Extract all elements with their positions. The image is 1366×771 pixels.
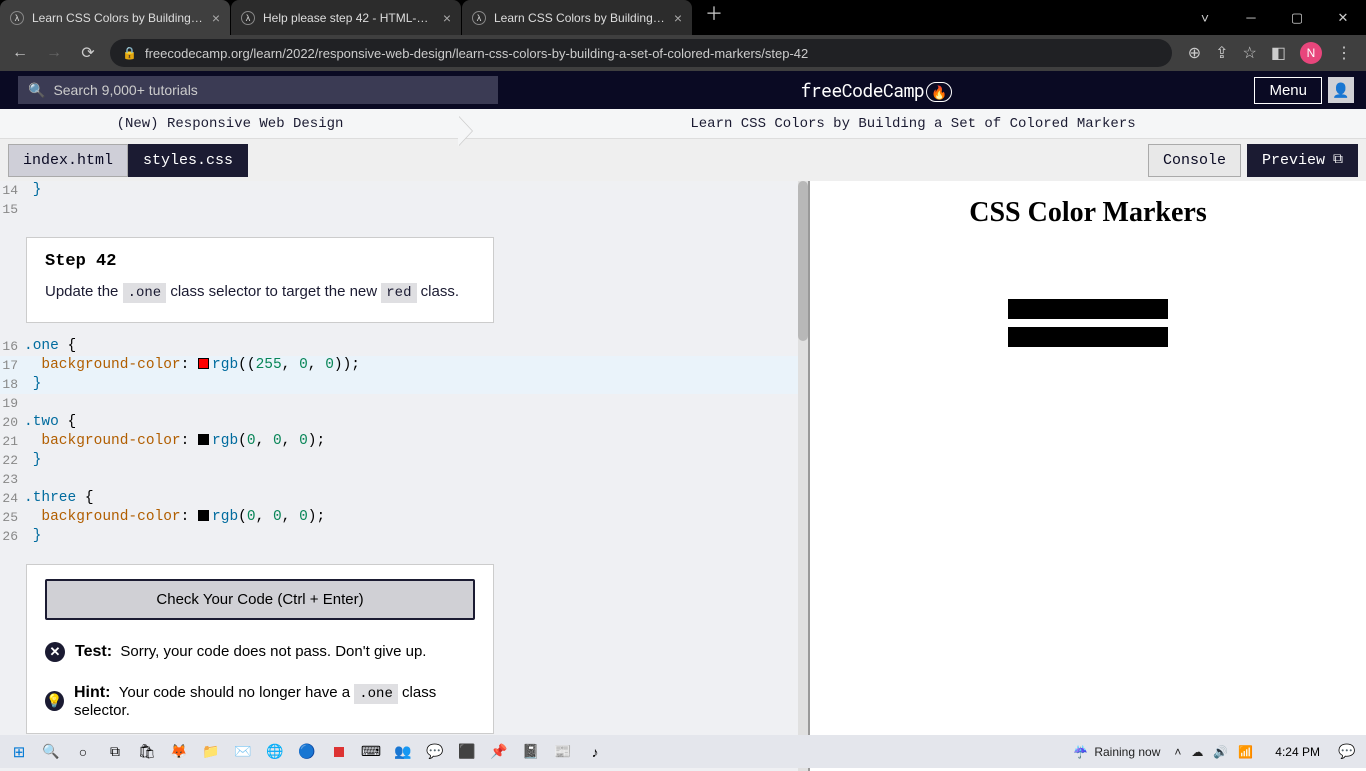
editor-toolbar: index.html styles.css Console Preview ⧉ [0,139,1366,181]
file-tab-index-html[interactable]: index.html [8,144,128,177]
file-tabs: index.html styles.css [8,144,248,177]
user-avatar-icon[interactable]: 👤 [1328,77,1354,103]
fcc-favicon: λ [472,11,486,25]
browser-tabs: λ Learn CSS Colors by Building a S... × … [0,0,735,35]
maximize-button[interactable]: ▢ [1274,0,1320,35]
tab-title: Learn CSS Colors by Building a S... [494,11,666,25]
app-icon[interactable]: 📓 [518,739,544,765]
reload-button[interactable]: ⟳ [76,43,100,63]
instruction-card: Step 42 Update the .one class selector t… [26,237,494,323]
address-bar[interactable]: 🔒 freecodecamp.org/learn/2022/responsive… [110,39,1172,67]
preview-pane: CSS Color Markers [808,181,1366,771]
onedrive-icon[interactable]: ☁ [1191,745,1203,759]
notifications-icon[interactable]: 💬 [1334,739,1360,765]
rain-icon: ☔ [1073,745,1088,759]
windows-taskbar: ⊞ 🔍 ○ ⧉ 🛍 🦊 📁 ✉️ 🌐 🔵 ⌨ 👥 💬 ⬛ 📌 📓 📰 ♪ ☔ R… [0,735,1366,768]
tab-close-icon[interactable]: × [212,10,220,26]
pinterest-icon[interactable]: 📌 [486,739,512,765]
browser-tab[interactable]: λ Help please step 42 - HTML-CSS × [231,0,461,35]
preview-button[interactable]: Preview ⧉ [1247,144,1358,177]
whatsapp-icon[interactable]: 💬 [422,739,448,765]
explorer-icon[interactable]: 📁 [198,739,224,765]
profile-avatar[interactable]: N [1300,42,1322,64]
volume-icon[interactable]: 🔊 [1213,745,1228,759]
browser-tab[interactable]: λ Learn CSS Colors by Building a S... × [462,0,692,35]
minimize-button[interactable]: ─ [1228,0,1274,35]
instruction-text: Update the .one class selector to target… [45,281,475,304]
lock-icon: 🔒 [122,46,137,60]
tab-title: Help please step 42 - HTML-CSS [263,11,435,25]
side-panel-icon[interactable]: ◧ [1271,43,1286,63]
share-icon[interactable]: ⇪ [1215,43,1228,63]
system-tray[interactable]: ˄ ☁ 🔊 📶 [1166,745,1261,759]
preview-heading: CSS Color Markers [826,197,1350,229]
task-view-icon[interactable]: ⧉ [102,739,128,765]
browser-titlebar: λ Learn CSS Colors by Building a S... × … [0,0,1366,35]
search-input[interactable]: 🔍 Search 9,000+ tutorials [18,76,498,104]
fcc-header: 🔍 Search 9,000+ tutorials freeCodeCamp🔥 … [0,71,1366,109]
breadcrumb: (New) Responsive Web Design Learn CSS Co… [0,109,1366,139]
search-icon[interactable]: 🔍 [38,739,64,765]
hint-line: 💡 Hint: Your code should no longer have … [45,684,475,719]
mail-icon[interactable]: ✉️ [230,739,256,765]
check-code-button[interactable]: Check Your Code (Ctrl + Enter) [45,579,475,620]
keyboard-icon[interactable]: ⌨ [358,739,384,765]
url-text: freecodecamp.org/learn/2022/responsive-w… [145,46,808,61]
chevron-up-icon[interactable]: ˄ [1174,745,1181,759]
teams-icon[interactable]: 👥 [390,739,416,765]
result-card: Check Your Code (Ctrl + Enter) ✕ Test: S… [26,564,494,734]
menu-button[interactable]: Menu [1254,77,1322,104]
bookmark-icon[interactable]: ☆ [1243,43,1257,63]
flame-icon: 🔥 [926,82,952,102]
back-button[interactable]: ← [8,44,32,62]
kebab-menu-icon[interactable]: ⋮ [1336,43,1352,63]
app-icon[interactable] [326,739,352,765]
firefox-icon[interactable]: 🦊 [166,739,192,765]
zoom-icon[interactable]: ⊕ [1188,43,1201,63]
preview-marker [1008,327,1168,347]
editor-scrollbar[interactable] [798,181,808,771]
browser-tab[interactable]: λ Learn CSS Colors by Building a S... × [0,0,230,35]
fcc-favicon: λ [10,11,24,25]
breadcrumb-lesson: Learn CSS Colors by Building a Set of Co… [460,116,1366,132]
chrome-icon[interactable]: 🔵 [294,739,320,765]
tab-close-icon[interactable]: × [674,10,682,26]
tab-search-icon[interactable]: ˅ [1182,0,1228,35]
code-editor-body[interactable]: 16.one {17 background-color: rgb((255, 0… [0,337,808,546]
close-button[interactable]: ✕ [1320,0,1366,35]
main-split: 14 }15 Step 42 Update the .one class sel… [0,181,1366,771]
editor-pane: 14 }15 Step 42 Update the .one class sel… [0,181,808,771]
tab-close-icon[interactable]: × [443,10,451,26]
breadcrumb-course[interactable]: (New) Responsive Web Design [0,116,460,132]
new-tab-button[interactable]: ＋ [693,0,735,35]
toolbar-icons: ⊕ ⇪ ☆ ◧ N ⋮ [1182,42,1358,64]
code-editor-top[interactable]: 14 }15 [0,181,808,219]
fail-icon: ✕ [45,642,65,662]
console-button[interactable]: Console [1148,144,1241,177]
clock[interactable]: 4:24 PM [1267,745,1328,759]
lightbulb-icon: 💡 [45,691,64,711]
test-result-line: ✕ Test: Sorry, your code does not pass. … [45,642,475,662]
app-icon[interactable]: 📰 [550,739,576,765]
external-link-icon: ⧉ [1333,152,1343,168]
preview-marker [1008,299,1168,319]
file-tab-styles-css[interactable]: styles.css [128,144,248,177]
fcc-favicon: λ [241,11,255,25]
wifi-icon[interactable]: 📶 [1238,745,1253,759]
app-icon[interactable]: ⬛ [454,739,480,765]
edge-icon[interactable]: 🌐 [262,739,288,765]
tiktok-icon[interactable]: ♪ [582,739,608,765]
search-placeholder: Search 9,000+ tutorials [53,82,197,98]
cortana-icon[interactable]: ○ [70,739,96,765]
store-icon[interactable]: 🛍 [134,739,160,765]
step-title: Step 42 [45,252,475,271]
search-icon: 🔍 [28,82,45,99]
start-button[interactable]: ⊞ [6,739,32,765]
weather-widget[interactable]: ☔ Raining now [1073,745,1160,759]
browser-toolbar: ← → ⟳ 🔒 freecodecamp.org/learn/2022/resp… [0,35,1366,71]
tab-title: Learn CSS Colors by Building a S... [32,11,204,25]
fcc-logo[interactable]: freeCodeCamp🔥 [498,78,1254,102]
forward-button[interactable]: → [42,44,66,62]
window-controls: ˅ ─ ▢ ✕ [1182,0,1366,35]
